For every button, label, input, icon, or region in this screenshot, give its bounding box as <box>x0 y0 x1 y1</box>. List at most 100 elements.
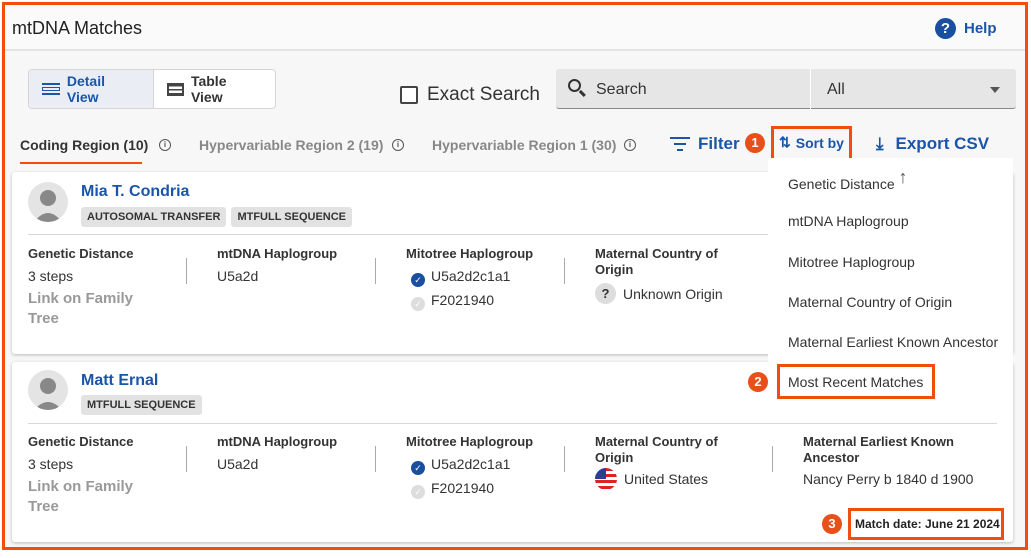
search-input[interactable]: Search <box>596 81 647 99</box>
help-icon: ? <box>935 18 956 39</box>
annotation-badge-3: 3 <box>822 514 842 534</box>
most-recent-highlight <box>777 364 935 399</box>
divider <box>28 423 997 424</box>
us-flag-icon <box>595 468 617 490</box>
link-on-family-tree[interactable]: Link on Family Tree <box>28 477 148 517</box>
match-name[interactable]: Mia T. Condria <box>81 183 189 201</box>
exact-search-label: Exact Search <box>427 84 540 105</box>
link-on-family-tree[interactable]: Link on Family Tree <box>28 289 148 329</box>
tag-list: AUTOSOMAL TRANSFER MTFULL SEQUENCE <box>81 207 357 227</box>
mitotree-value: ✓ U5a2d2c1a1 <box>411 456 510 475</box>
tab-hypervariable-region-1[interactable]: Hypervariable Region 1 (30) <box>432 137 616 153</box>
avatar <box>28 370 68 410</box>
genetic-distance-label: Genetic Distance <box>28 434 134 449</box>
divider <box>564 446 565 472</box>
filter-icon <box>670 137 690 151</box>
sort-option-ancestor[interactable]: Maternal Earliest Known Ancestor <box>788 334 998 350</box>
mitotree-primary: U5a2d2c1a1 <box>431 456 511 472</box>
mtdna-value: U5a2d <box>217 456 259 472</box>
view-toggle: Detail View Table View <box>28 69 276 109</box>
tag: AUTOSOMAL TRANSFER <box>81 207 227 227</box>
country-text: Unknown Origin <box>623 285 723 302</box>
mitotree-secondary: F2021940 <box>431 480 495 496</box>
sort-by-label: Sort by <box>795 134 844 151</box>
check-icon: ✓ <box>411 297 425 311</box>
active-tab-indicator <box>20 162 142 164</box>
verified-check-icon: ✓ <box>411 273 425 287</box>
arrow-up-icon: ↑ <box>898 167 908 187</box>
info-icon[interactable]: i <box>624 139 636 151</box>
header <box>5 5 1025 51</box>
tab-hypervariable-region-2[interactable]: Hypervariable Region 2 (19) <box>199 137 383 153</box>
export-csv-button[interactable]: ⤓ Export CSV <box>876 134 989 154</box>
download-icon: ⤓ <box>876 134 884 153</box>
filter-button[interactable]: Filter <box>670 134 740 154</box>
exact-search-checkbox[interactable]: Exact Search <box>400 84 540 106</box>
sort-icon: ⇅ <box>779 134 791 150</box>
check-icon: ✓ <box>411 485 425 499</box>
filter-label: Filter <box>698 134 740 153</box>
search-divider <box>810 69 811 109</box>
help-button[interactable]: ? Help <box>935 18 997 39</box>
sort-option-label: Genetic Distance <box>788 176 895 192</box>
unknown-origin-icon: ? <box>595 283 616 304</box>
search-icon-handle <box>579 89 586 97</box>
avatar <box>28 182 68 222</box>
divider <box>375 258 376 284</box>
mitotree-secondary: F2021940 <box>431 292 495 308</box>
country-label: Maternal Country of Origin <box>595 246 718 277</box>
mitotree-label: Mitotree Haplogroup <box>406 246 534 261</box>
divider <box>375 446 376 472</box>
mitotree-alt: ✓ F2021940 <box>411 480 494 499</box>
tag: MTFULL SEQUENCE <box>231 207 353 227</box>
mitotree-label: Mitotree Haplogroup <box>406 434 534 449</box>
page-title: mtDNA Matches <box>12 18 143 38</box>
detail-view-icon <box>42 83 60 95</box>
divider <box>186 446 187 472</box>
country-text: United States <box>624 471 709 487</box>
tab-coding-region[interactable]: Coding Region (10) <box>20 137 148 153</box>
table-view-label: Table View <box>190 73 227 105</box>
annotation-badge-2: 2 <box>748 372 768 392</box>
divider <box>186 258 187 284</box>
help-label: Help <box>964 20 997 37</box>
export-label: Export CSV <box>895 134 990 153</box>
checkbox-icon <box>400 86 418 104</box>
mitotree-value: ✓ U5a2d2c1a1 <box>411 268 510 287</box>
verified-check-icon: ✓ <box>411 461 425 475</box>
sort-option-country[interactable]: Maternal Country of Origin <box>788 294 952 310</box>
chevron-down-icon[interactable] <box>990 87 1000 98</box>
mtdna-value: U5a2d <box>217 268 259 284</box>
ancestor-label: Maternal Earliest Known Ancestor <box>803 434 954 465</box>
country-value: ? Unknown Origin <box>595 283 723 304</box>
detail-view-button[interactable]: Detail View <box>29 70 154 108</box>
sort-option-mtdna-haplogroup[interactable]: mtDNA Haplogroup <box>788 213 909 229</box>
detail-view-label: Detail View <box>66 73 105 105</box>
genetic-distance-value: 3 steps <box>28 268 74 284</box>
scope-select[interactable]: All <box>827 81 845 99</box>
sort-by-button[interactable]: ⇅ Sort by <box>779 134 844 151</box>
info-icon[interactable]: i <box>392 139 404 151</box>
mitotree-primary: U5a2d2c1a1 <box>431 268 511 284</box>
divider <box>564 258 565 284</box>
table-view-button[interactable]: Table View <box>154 70 275 108</box>
tag: MTFULL SEQUENCE <box>81 395 202 415</box>
country-label: Maternal Country of Origin <box>595 434 718 465</box>
mitotree-alt: ✓ F2021940 <box>411 292 494 311</box>
sort-option-genetic-distance[interactable]: Genetic Distance ↑ <box>788 167 908 194</box>
search-bar: Search All <box>556 69 1016 109</box>
country-value: United States <box>595 468 708 490</box>
annotation-badge-1: 1 <box>745 133 765 153</box>
genetic-distance-label: Genetic Distance <box>28 246 134 261</box>
genetic-distance-value: 3 steps <box>28 456 74 472</box>
mtdna-label: mtDNA Haplogroup <box>217 246 338 261</box>
divider <box>772 446 773 472</box>
sort-option-mitotree-haplogroup[interactable]: Mitotree Haplogroup <box>788 254 915 270</box>
divider <box>28 234 768 235</box>
match-date: Match date: June 21 2024 <box>855 517 1000 531</box>
info-icon[interactable]: i <box>159 139 171 151</box>
match-name[interactable]: Matt Ernal <box>81 372 158 390</box>
tag-list: MTFULL SEQUENCE <box>81 395 207 415</box>
mtdna-label: mtDNA Haplogroup <box>217 434 338 449</box>
ancestor-value: Nancy Perry b 1840 d 1900 <box>803 471 974 487</box>
